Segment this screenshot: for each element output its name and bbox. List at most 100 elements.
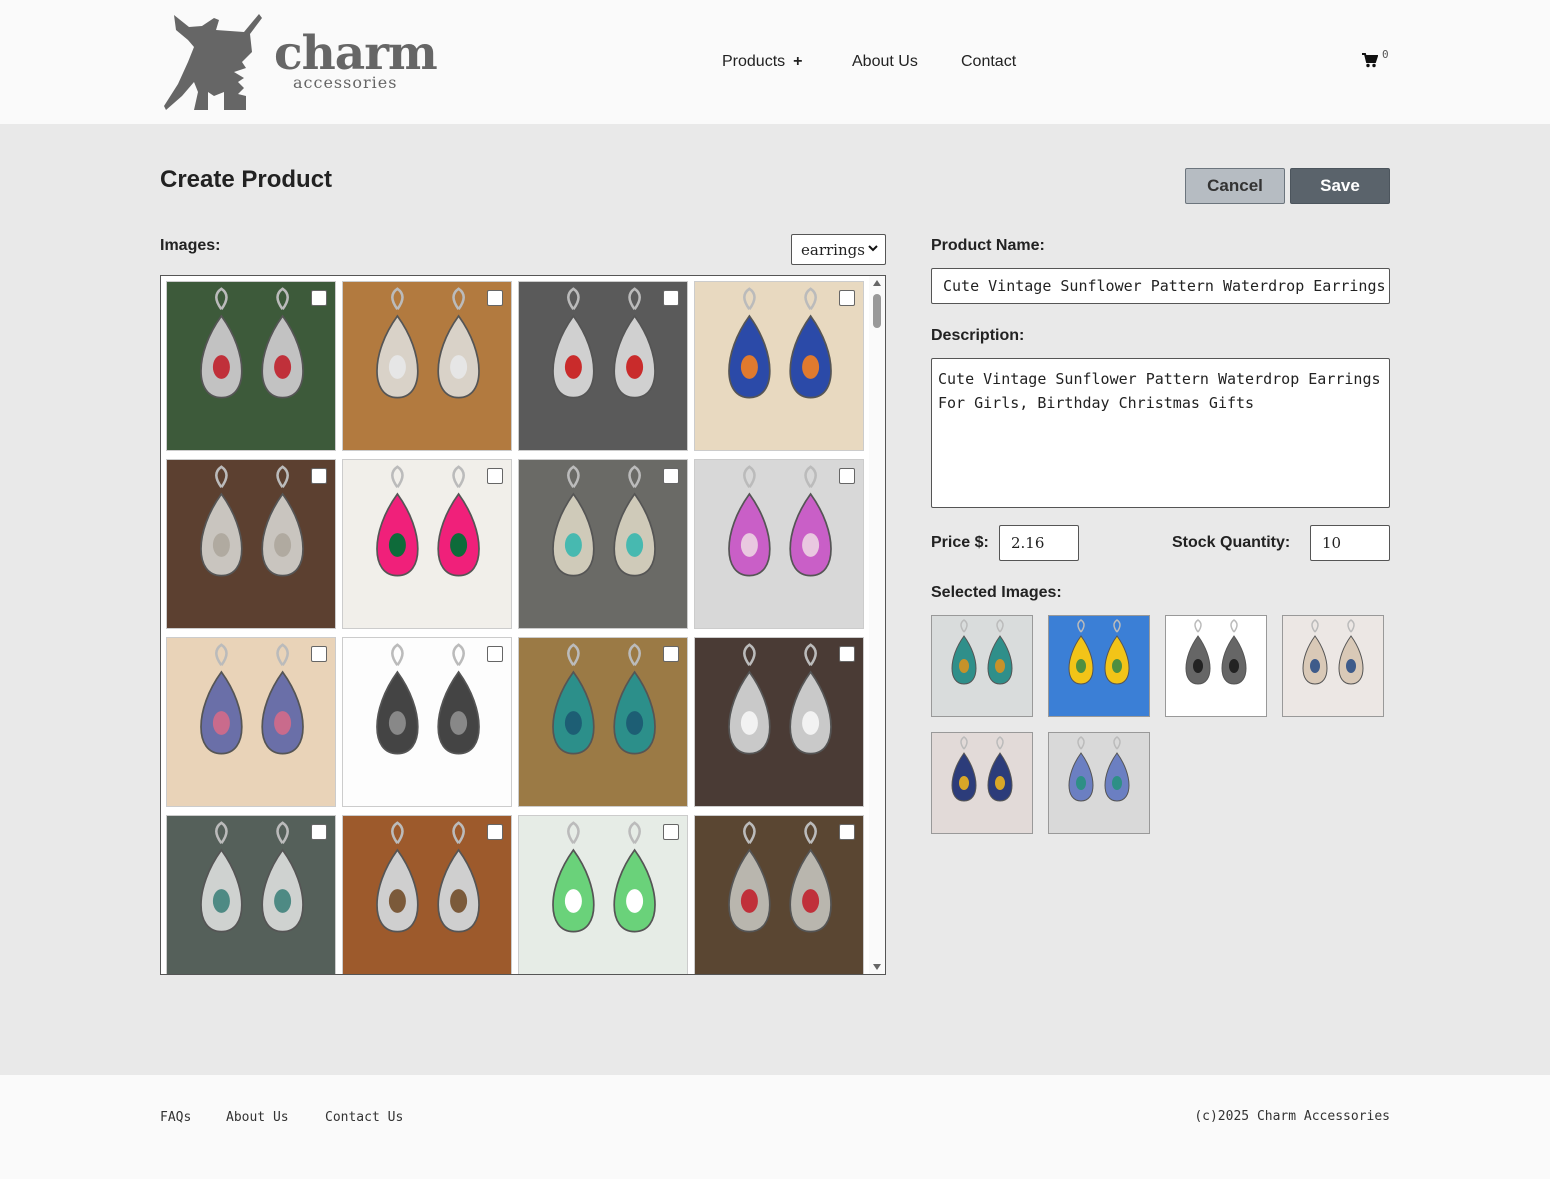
category-select-value: earrings [801,240,865,259]
image-select-checkbox[interactable] [311,824,327,840]
selected-image-thumbnail[interactable] [931,732,1033,834]
earring-photo [695,282,863,450]
image-select-checkbox[interactable] [487,824,503,840]
image-select-checkbox[interactable] [663,646,679,662]
image-grid-tile[interactable] [166,815,336,974]
earring-photo [519,460,687,628]
selected-image-thumbnail[interactable] [1048,615,1150,717]
earring-photo [695,638,863,806]
image-grid-tile[interactable] [166,637,336,807]
product-name-label: Product Name: [931,237,1045,254]
scroll-thumb[interactable] [873,294,881,328]
image-grid-tile[interactable] [518,281,688,451]
earring-photo [343,816,511,974]
nav-about-us[interactable]: About Us [852,53,918,71]
save-button[interactable]: Save [1290,168,1390,204]
brand-logo[interactable]: charm accessories [164,12,438,112]
image-select-checkbox[interactable] [663,290,679,306]
plus-icon: + [793,53,803,70]
image-grid-tile[interactable] [166,459,336,629]
image-grid-tile[interactable] [342,459,512,629]
footer-link-about-us[interactable]: About Us [226,1110,289,1125]
image-select-checkbox[interactable] [311,468,327,484]
image-select-checkbox[interactable] [311,646,327,662]
product-name-input[interactable]: Cute Vintage Sunflower Pattern Waterdrop… [931,268,1390,304]
footer-link-contact-us[interactable]: Contact Us [325,1110,403,1125]
chevron-down-icon [868,245,878,252]
nav-products[interactable]: Products + [722,53,802,71]
image-grid-tile[interactable] [518,459,688,629]
image-grid-tile[interactable] [694,459,864,629]
image-select-checkbox[interactable] [487,290,503,306]
footer-link-faqs[interactable]: FAQs [160,1110,191,1125]
image-grid-tile[interactable] [518,637,688,807]
earring-photo [932,733,1032,833]
image-grid-tile[interactable] [518,815,688,974]
images-label: Images: [160,237,221,254]
selected-image-thumbnail[interactable] [1165,615,1267,717]
description-textarea[interactable]: Cute Vintage Sunflower Pattern Waterdrop… [931,358,1390,508]
cancel-button[interactable]: Cancel [1185,168,1285,204]
stock-quantity-label: Stock Quantity: [1172,534,1291,551]
earring-photo [343,460,511,628]
earring-photo [167,460,335,628]
earring-photo [695,816,863,974]
price-label: Price $: [931,534,989,551]
site-footer: FAQs About Us Contact Us (c)2025 Charm A… [0,1075,1550,1179]
selected-image-thumbnail[interactable] [1048,732,1150,834]
description-label: Description: [931,327,1025,344]
earring-photo [519,816,687,974]
cart-button[interactable]: 0 [1362,48,1392,70]
selected-images-label: Selected Images: [931,584,1062,601]
image-grid-tile[interactable] [694,281,864,451]
earring-photo [167,282,335,450]
site-header: charm accessories Products + About Us Con… [0,0,1550,124]
earring-photo [1283,616,1383,716]
image-grid-tile[interactable] [694,815,864,974]
copyright-text: (c)2025 Charm Accessories [1194,1109,1390,1124]
scroll-up-arrow-icon[interactable] [873,280,881,286]
image-select-checkbox[interactable] [487,646,503,662]
image-select-checkbox[interactable] [487,468,503,484]
image-grid-tile[interactable] [342,281,512,451]
earring-photo [343,638,511,806]
image-grid-tile[interactable] [342,815,512,974]
price-input[interactable]: 2.16 [999,525,1079,561]
earring-photo [519,638,687,806]
stock-quantity-input[interactable]: 10 [1310,525,1390,561]
brand-name: charm [274,26,438,81]
category-select[interactable]: earrings [791,234,886,265]
nav-contact[interactable]: Contact [961,53,1016,71]
image-select-checkbox[interactable] [663,824,679,840]
image-select-checkbox[interactable] [839,290,855,306]
earring-photo [1049,733,1149,833]
cart-count: 0 [1382,48,1389,61]
selected-image-thumbnail[interactable] [1282,615,1384,717]
image-select-checkbox[interactable] [839,824,855,840]
brand-tagline: accessories [293,73,398,92]
image-grid-tile[interactable] [694,637,864,807]
image-grid-tile[interactable] [342,637,512,807]
earring-photo [695,460,863,628]
earring-photo [167,638,335,806]
image-select-checkbox[interactable] [839,468,855,484]
image-grid[interactable] [160,275,886,975]
earring-photo [1049,616,1149,716]
selected-image-thumbnail[interactable] [931,615,1033,717]
earring-photo [519,282,687,450]
image-grid-tile[interactable] [166,281,336,451]
page-title: Create Product [160,166,333,193]
earring-photo [1166,616,1266,716]
main-content: Create Product Cancel Save Images: earri… [0,124,1550,1075]
image-select-checkbox[interactable] [839,646,855,662]
kangaroo-logo-icon [164,14,262,110]
earring-photo [167,816,335,974]
earring-photo [343,282,511,450]
image-select-checkbox[interactable] [663,468,679,484]
image-grid-scrollbar[interactable] [869,276,885,974]
earring-photo [932,616,1032,716]
scroll-down-arrow-icon[interactable] [873,964,881,970]
shopping-cart-icon [1362,53,1378,68]
image-select-checkbox[interactable] [311,290,327,306]
nav-products-label: Products [722,53,786,70]
